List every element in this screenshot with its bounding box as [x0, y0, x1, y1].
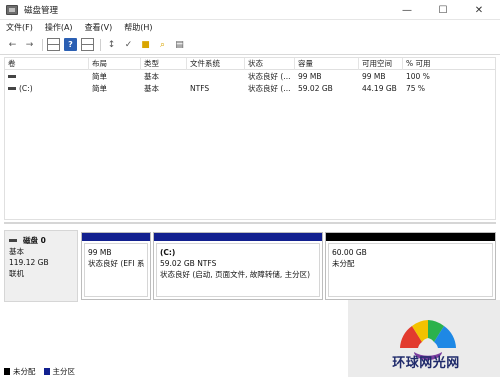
status-cell: 状态良好 (... — [248, 72, 291, 81]
column-header-capacity[interactable]: 容量 — [295, 58, 359, 70]
capacity-cell: 59.02 GB — [298, 84, 333, 93]
partition-bar — [154, 233, 322, 241]
volume-row[interactable]: 简单 基本 状态良好 (... 99 MB 99 MB 100 % — [5, 71, 495, 83]
type-cell: 基本 — [144, 72, 159, 81]
column-header-layout[interactable]: 布局 — [89, 58, 141, 70]
disk-icon — [9, 239, 17, 242]
watermark-text: 环球网光网 — [392, 356, 460, 371]
partition-bar — [326, 233, 495, 241]
close-button[interactable]: ✕ — [462, 0, 496, 20]
volume-cell — [5, 71, 89, 83]
title-bar: 磁盘管理 — [0, 0, 500, 20]
check-icon[interactable]: ✓ — [122, 38, 135, 51]
volume-cell: (C:) — [5, 83, 89, 95]
properties-icon[interactable]: ▤ — [173, 38, 186, 51]
layout-cell: 简单 — [92, 84, 107, 93]
disk-management-icon — [6, 4, 18, 15]
menu-action[interactable]: 操作(A) — [45, 22, 73, 33]
free-space-cell: 44.19 GB — [362, 84, 397, 93]
partition-body: 60.00 GB 未分配 — [328, 243, 493, 297]
disk-type: 基本 — [9, 247, 24, 256]
menu-view[interactable]: 查看(V) — [85, 22, 113, 33]
minimize-button[interactable]: — — [390, 0, 424, 20]
partition-size: 59.02 GB NTFS — [160, 259, 217, 268]
status-cell: 状态良好 (... — [248, 84, 291, 93]
toolbar: ← → ? ↕ ✓ ■ ⌕ ▤ — [0, 35, 500, 55]
disk-size: 119.12 GB — [9, 258, 49, 267]
partition-unallocated[interactable]: 60.00 GB 未分配 — [325, 232, 496, 300]
disk-name: 磁盘 0 — [23, 236, 46, 245]
column-header-type[interactable]: 类型 — [141, 58, 187, 70]
filesystem-cell: NTFS — [190, 84, 210, 93]
partition-status: 状态良好 (EFI 系 — [88, 259, 144, 268]
partition-bar — [82, 233, 150, 241]
toolbar-separator — [42, 38, 43, 51]
grid-icon[interactable] — [81, 38, 94, 51]
disk-state: 联机 — [9, 269, 24, 278]
disk-map-empty-area — [4, 302, 348, 362]
disk-info[interactable]: 磁盘 0 基本 119.12 GB 联机 — [4, 230, 78, 302]
capacity-cell: 99 MB — [298, 72, 322, 81]
column-header-percent-free[interactable]: % 可用 — [403, 58, 497, 70]
connect-icon[interactable]: ↕ — [105, 38, 118, 51]
maximize-button[interactable]: ☐ — [426, 0, 460, 20]
volume-list-header: 卷 布局 类型 文件系统 状态 容量 可用空间 % 可用 — [5, 58, 495, 70]
percent-free-cell: 100 % — [406, 72, 430, 81]
volume-name: (C:) — [19, 84, 33, 93]
folder-icon[interactable]: ■ — [139, 38, 152, 51]
filesystem-cell — [187, 71, 245, 83]
free-space-cell: 99 MB — [362, 72, 386, 81]
back-arrow-icon[interactable]: ← — [6, 38, 19, 51]
legend: 未分配 主分区 — [4, 366, 83, 377]
legend-label-primary: 主分区 — [52, 367, 76, 376]
volume-row[interactable]: (C:) 简单 基本 NTFS 状态良好 (... 59.02 GB 44.19… — [5, 83, 495, 95]
legend-label-unallocated: 未分配 — [13, 367, 36, 376]
toolbar-separator — [100, 38, 101, 51]
legend-swatch-unallocated — [4, 368, 10, 375]
column-header-status[interactable]: 状态 — [245, 58, 295, 70]
menu-bar: 文件(F) 操作(A) 查看(V) 帮助(H) — [0, 20, 500, 35]
volume-list: 卷 布局 类型 文件系统 状态 容量 可用空间 % 可用 简单 基本 状态良好 … — [4, 57, 496, 220]
layout-cell: 简单 — [92, 72, 107, 81]
legend-swatch-primary — [43, 368, 50, 375]
type-cell: 基本 — [144, 84, 159, 93]
partition-status: 状态良好 (启动, 页面文件, 故障转储, 主分区) — [160, 270, 311, 279]
forward-arrow-icon[interactable]: → — [23, 38, 36, 51]
grid-icon[interactable] — [47, 38, 60, 51]
partition-label: (C:) — [160, 248, 176, 257]
window-title: 磁盘管理 — [24, 5, 59, 16]
partition-body: (C:) 59.02 GB NTFS 状态良好 (启动, 页面文件, 故障转储,… — [156, 243, 320, 297]
volume-icon — [8, 86, 16, 90]
partition-size: 60.00 GB — [332, 248, 367, 257]
column-header-free-space[interactable]: 可用空间 — [359, 58, 403, 70]
disk-map: 磁盘 0 基本 119.12 GB 联机 99 MB 状态良好 (EFI 系 (… — [4, 222, 496, 302]
help-icon[interactable]: ? — [64, 38, 77, 51]
disk-name-row: 磁盘 0 — [9, 235, 77, 246]
menu-help[interactable]: 帮助(H) — [124, 22, 152, 33]
menu-file[interactable]: 文件(F) — [6, 22, 33, 33]
column-header-volume[interactable]: 卷 — [5, 58, 89, 70]
column-header-filesystem[interactable]: 文件系统 — [187, 58, 245, 70]
partition-body: 99 MB 状态良好 (EFI 系 — [84, 243, 148, 297]
search-icon[interactable]: ⌕ — [156, 38, 169, 51]
partition-status: 未分配 — [332, 259, 355, 268]
percent-free-cell: 75 % — [406, 84, 426, 93]
volume-icon — [8, 74, 16, 78]
partition-c[interactable]: (C:) 59.02 GB NTFS 状态良好 (启动, 页面文件, 故障转储,… — [153, 232, 323, 300]
partition-size: 99 MB — [88, 248, 112, 257]
partition-efi[interactable]: 99 MB 状态良好 (EFI 系 — [81, 232, 151, 300]
